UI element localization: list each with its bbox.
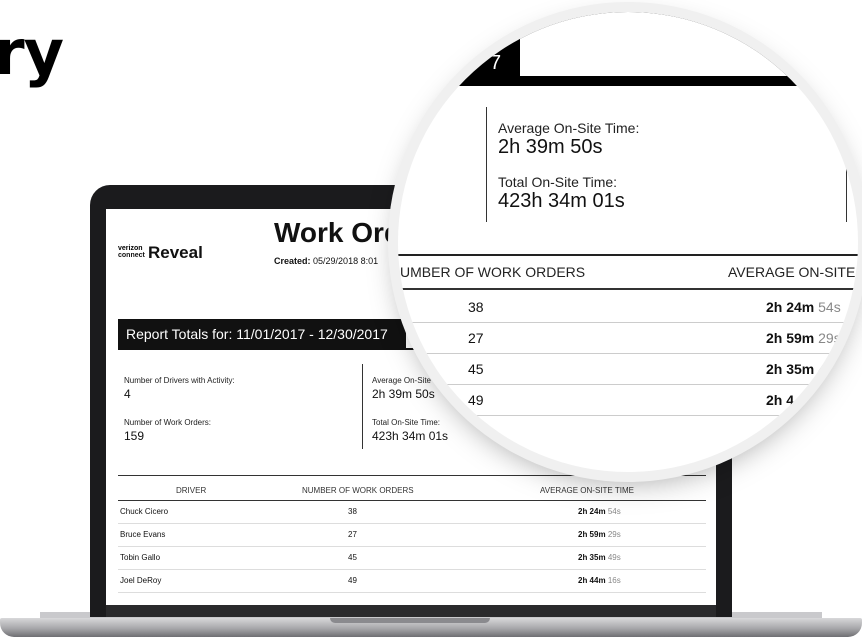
- verizon-connect-logo: verizon connect Reveal: [118, 243, 203, 262]
- mag-stats-divider: [486, 107, 487, 222]
- drivers-value: 4: [124, 387, 131, 401]
- magnifier-lens: 7 Average On-Site Time: 2h 39m 50s Total…: [398, 12, 858, 472]
- total-onsite-value: 423h 34m 01s: [372, 429, 449, 443]
- stats-divider: [362, 364, 363, 449]
- created-value: 05/29/2018 8:01: [313, 256, 379, 266]
- logo-reveal-text: Reveal: [148, 243, 203, 262]
- table-top-border: [118, 475, 706, 476]
- row-driver: Joel DeRoy: [120, 576, 162, 585]
- mag-row-avg-time: 2h 4: [766, 392, 795, 408]
- row-driver: Bruce Evans: [120, 530, 166, 539]
- mag-table-header-border: [398, 288, 858, 290]
- row-avg-time: 2h 24m 54s: [578, 507, 621, 516]
- laptop-base-notch: [330, 618, 490, 623]
- mag-table-top-border: [398, 254, 858, 256]
- report-totals-bar: Report Totals for: 11/01/2017 - 12/30/20…: [118, 319, 406, 349]
- row-avg-time: 2h 59m 29s: [578, 530, 621, 539]
- laptop-base: [0, 618, 862, 637]
- mag-total-value: 423h 34m 01s: [498, 190, 625, 212]
- mag-table-row: 38 2h 24m 54s: [398, 292, 858, 323]
- mag-stats-divider-right: [846, 168, 847, 222]
- mag-avg-label: Average On-Site Time:: [498, 120, 640, 136]
- mag-row-orders: 27: [468, 330, 484, 346]
- total-onsite-label: Total On-Site Time:: [372, 418, 441, 427]
- column-header-driver: DRIVER: [176, 486, 207, 495]
- logo-verizon-text: verizon: [118, 245, 143, 252]
- mag-white-area: [520, 12, 858, 76]
- mag-column-header-orders: UMBER OF WORK ORDERS: [400, 264, 586, 280]
- row-avg-time: 2h 44m 16s: [578, 576, 621, 585]
- mag-row-orders: 45: [468, 361, 484, 377]
- row-orders: 27: [348, 530, 357, 539]
- mag-total-label: Total On-Site Time:: [498, 174, 618, 190]
- mag-column-header-avg-time: AVERAGE ON-SITE TI: [728, 264, 858, 280]
- table-row: Joel DeRoy 49 2h 44m 16s: [118, 570, 706, 593]
- table-row: Chuck Cicero 38 2h 24m 54s: [118, 501, 706, 524]
- logo-connect-text: connect: [118, 252, 145, 259]
- row-driver: Tobin Gallo: [120, 553, 161, 562]
- mag-totals-bar-text: 7: [490, 52, 502, 74]
- mag-row-avg-time: 2h 59m 29s: [766, 330, 841, 346]
- report-created: Created: 05/29/2018 8:01: [274, 256, 378, 266]
- row-orders: 49: [348, 576, 357, 585]
- work-orders-label: Number of Work Orders:: [124, 418, 211, 427]
- column-header-avg-time: AVERAGE ON-SITE TIME: [540, 486, 634, 495]
- mag-table-row: 27 2h 59m 29s: [398, 323, 858, 354]
- created-label: Created:: [274, 256, 311, 266]
- mag-row-avg-time: 2h 24m 54s: [766, 299, 841, 315]
- row-driver: Chuck Cicero: [120, 507, 169, 516]
- work-orders-value: 159: [124, 429, 145, 443]
- mag-row-avg-time: 2h 35m 4: [766, 361, 826, 377]
- table-row: Bruce Evans 27 2h 59m 29s: [118, 524, 706, 547]
- mag-table-row: 45 2h 35m 4: [398, 354, 858, 385]
- mag-row-orders: 49: [468, 392, 484, 408]
- drivers-label: Number of Drivers with Activity:: [124, 376, 235, 385]
- page-headline: ry: [0, 16, 64, 89]
- mag-table-row: 49 2h 4: [398, 385, 858, 416]
- row-orders: 45: [348, 553, 357, 562]
- mag-avg-value: 2h 39m 50s: [498, 136, 603, 158]
- row-avg-time: 2h 35m 49s: [578, 553, 621, 562]
- report-title: Work Orde: [274, 217, 417, 248]
- table-row: Tobin Gallo 45 2h 35m 49s: [118, 547, 706, 570]
- screen-bottom-bezel: [106, 605, 716, 617]
- mag-row-orders: 38: [468, 299, 484, 315]
- row-orders: 38: [348, 507, 357, 516]
- column-header-orders: NUMBER OF WORK ORDERS: [302, 486, 414, 495]
